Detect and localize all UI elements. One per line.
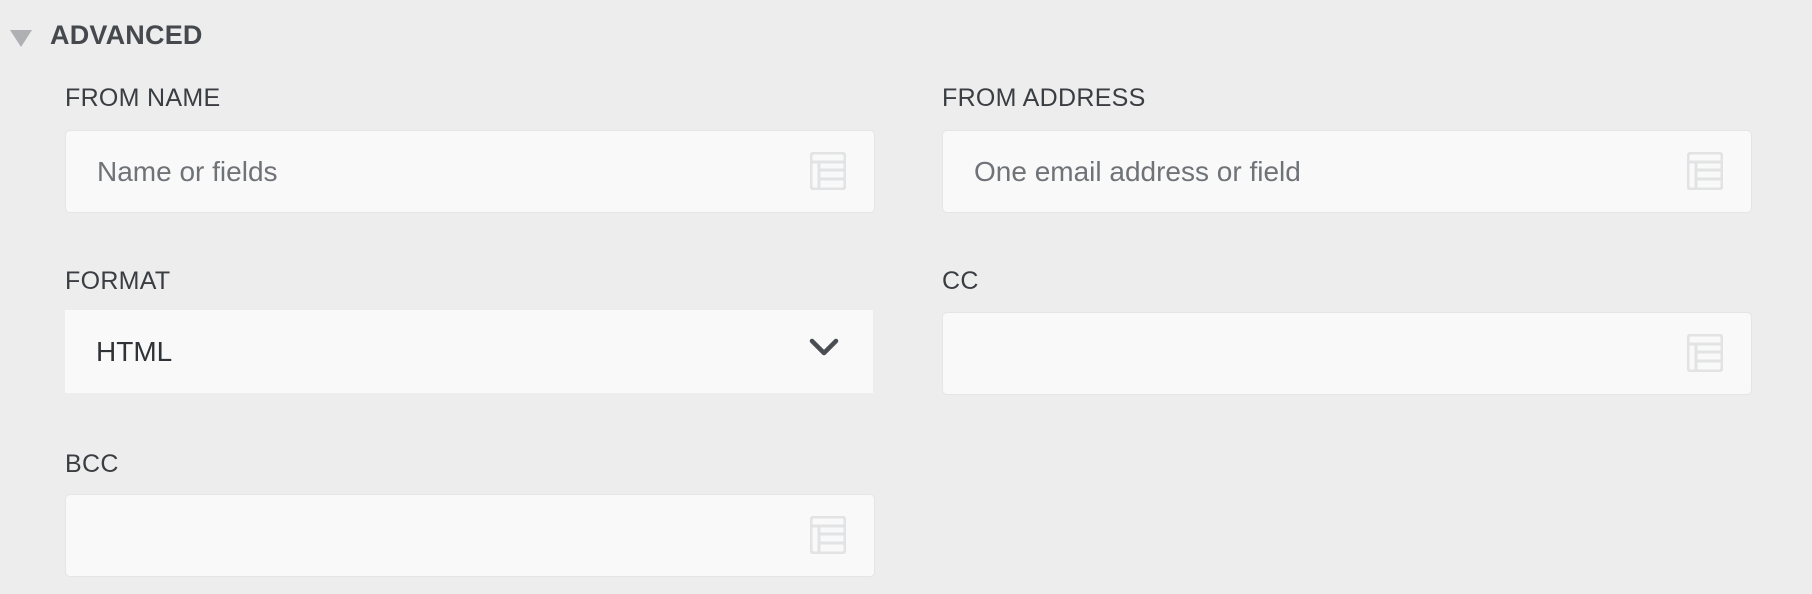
section-title: ADVANCED [50, 19, 203, 50]
bcc-label: BCC [65, 450, 119, 478]
cc-label: CC [942, 267, 979, 295]
field-list-icon[interactable] [810, 152, 846, 190]
cc-input[interactable] [974, 313, 1661, 394]
from-address-label: FROM ADDRESS [942, 84, 1146, 112]
bcc-field [65, 494, 875, 577]
bcc-input[interactable] [97, 495, 784, 576]
format-label: FORMAT [65, 267, 171, 295]
triangle-down-icon [10, 29, 32, 47]
format-select[interactable]: HTML [65, 310, 873, 393]
field-list-icon[interactable] [1687, 334, 1723, 372]
from-name-input[interactable] [97, 131, 784, 212]
from-address-input[interactable] [974, 131, 1661, 212]
from-name-field [65, 130, 875, 213]
field-list-icon[interactable] [1687, 152, 1723, 190]
from-name-label: FROM NAME [65, 84, 221, 112]
chevron-down-icon [809, 338, 839, 356]
advanced-section-toggle[interactable]: ADVANCED [10, 18, 203, 52]
format-selected-value: HTML [96, 336, 173, 367]
from-address-field [942, 130, 1752, 213]
cc-field [942, 312, 1752, 395]
field-list-icon[interactable] [810, 516, 846, 554]
